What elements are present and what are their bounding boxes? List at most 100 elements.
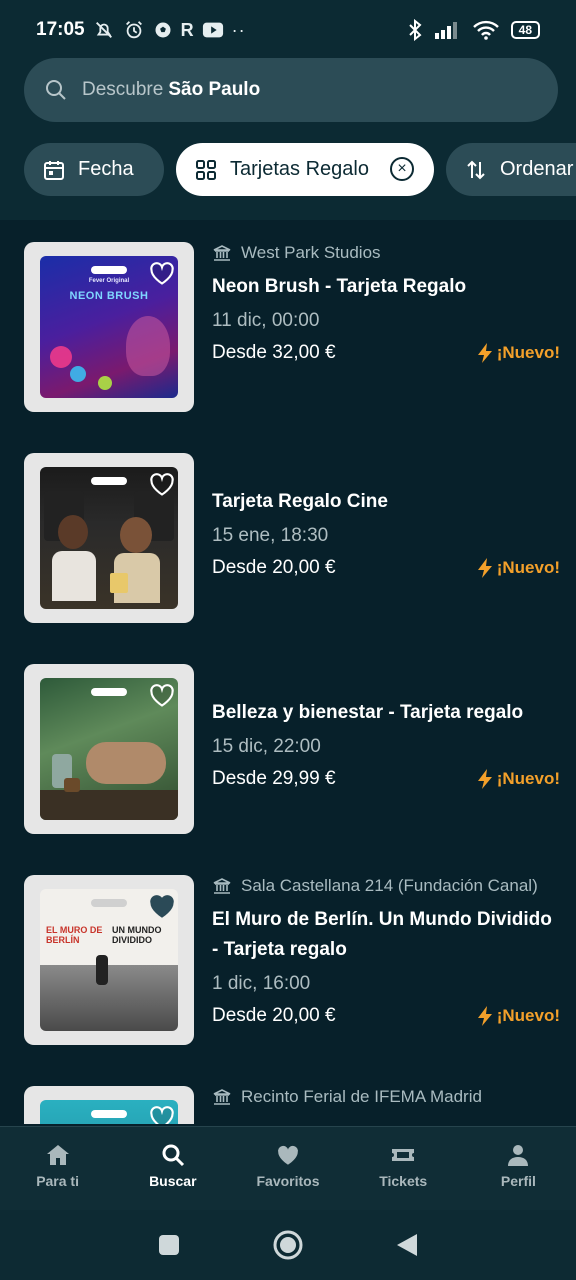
venue-row: Recinto Ferial de IFEMA Madrid: [212, 1086, 560, 1108]
event-price: Desde 20,00 €: [212, 557, 336, 578]
event-title: El Muro de Berlín. Un Mundo Dividido - T…: [212, 909, 552, 960]
favorite-heart-icon[interactable]: [148, 471, 176, 497]
filter-date-label: Fecha: [78, 158, 134, 180]
new-badge: ¡Nuevo!: [477, 769, 560, 789]
r-icon: R: [180, 19, 194, 40]
event-title: Belleza y bienestar - Tarjeta regalo: [212, 702, 524, 723]
event-title: Tarjeta Regalo Cine: [212, 491, 388, 512]
venue-building-icon: [213, 1089, 231, 1105]
event-item[interactable]: Fever Original NEON BRUSH West Park Stud…: [0, 242, 576, 414]
price-row: Desde 20,00 € ¡Nuevo!: [212, 557, 560, 579]
nav-label: Buscar: [149, 1173, 197, 1189]
event-date: 11 dic, 00:00: [212, 310, 320, 331]
event-venue: Sala Castellana 214 (Fundación Canal): [241, 876, 538, 895]
lightning-icon: [477, 1006, 492, 1026]
signal-icon: [434, 22, 457, 39]
event-title: Neon Brush - Tarjeta Regalo: [212, 276, 467, 297]
nav-para-ti[interactable]: Para ti: [0, 1127, 115, 1210]
filter-date-chip[interactable]: Fecha: [24, 143, 164, 196]
nav-label: Perfil: [500, 1173, 536, 1189]
event-venue: West Park Studios: [241, 243, 381, 262]
lightning-icon: [477, 769, 492, 789]
event-info: West Park Studios Neon Brush - Tarjeta R…: [212, 242, 560, 364]
event-date: 1 dic, 16:00: [212, 973, 311, 994]
card-title-left: EL MURO DE BERLÍN: [46, 925, 103, 945]
favorite-heart-icon[interactable]: [148, 893, 176, 919]
event-price: Desde 20,00 €: [212, 1005, 336, 1026]
price-row: Desde 29,99 € ¡Nuevo!: [212, 768, 560, 790]
event-item[interactable]: Tarjeta Regalo Cine 15 ene, 18:30 Desde …: [0, 453, 576, 625]
lightning-icon: [477, 343, 492, 363]
favorite-heart-icon[interactable]: [148, 1104, 176, 1124]
nav-label: Favoritos: [256, 1173, 320, 1189]
new-badge-label: ¡Nuevo!: [496, 1006, 560, 1025]
recent-apps-icon[interactable]: [157, 1233, 181, 1257]
lightning-icon: [477, 558, 492, 578]
soccer-icon: [155, 22, 171, 38]
status-left-icons: R ··: [93, 19, 246, 41]
header: Descubre São Paulo: [0, 50, 576, 128]
search-city: São Paulo: [168, 79, 261, 100]
alarm-icon: [125, 21, 142, 39]
system-navigation-bar: [0, 1210, 576, 1280]
event-price: Desde 29,99 €: [212, 768, 336, 789]
event-thumbnail: [24, 453, 194, 623]
person-icon: [508, 1145, 529, 1166]
favorite-heart-icon[interactable]: [148, 682, 176, 708]
event-date: 15 ene, 18:30: [212, 525, 329, 546]
bottom-navigation: Para ti Buscar Favoritos Tickets Perfil: [0, 1126, 576, 1210]
filter-gift-cards-label: Tarjetas Regalo: [230, 158, 369, 180]
new-badge-label: ¡Nuevo!: [496, 343, 560, 362]
event-item[interactable]: Belleza y bienestar - Tarjeta regalo 15 …: [0, 664, 576, 836]
nav-label: Para ti: [36, 1173, 79, 1189]
search-placeholder: Descubre São Paulo: [82, 79, 261, 100]
venue-building-icon: [213, 878, 231, 894]
status-time: 17:05: [36, 19, 85, 40]
event-info: Recinto Ferial de IFEMA Madrid: [212, 1086, 560, 1116]
calendar-icon: [44, 160, 64, 180]
price-row: Desde 32,00 € ¡Nuevo!: [212, 342, 560, 364]
nav-favoritos[interactable]: Favoritos: [230, 1127, 345, 1210]
wifi-icon: [472, 20, 499, 40]
home-button-icon[interactable]: [273, 1230, 303, 1260]
event-date: 15 dic, 22:00: [212, 736, 321, 757]
event-info: Tarjeta Regalo Cine 15 ene, 18:30 Desde …: [212, 487, 560, 579]
search-icon: [162, 1144, 184, 1167]
price-row: Desde 20,00 € ¡Nuevo!: [212, 1005, 560, 1027]
bluetooth-icon: [408, 19, 422, 41]
search-input[interactable]: Descubre São Paulo: [24, 58, 558, 122]
grid-icon: [196, 159, 216, 180]
new-badge: ¡Nuevo!: [477, 343, 560, 363]
search-icon: [46, 80, 66, 100]
remove-filter-icon[interactable]: ×: [390, 157, 414, 181]
sort-label: Ordenar: [500, 158, 574, 180]
sort-chip[interactable]: Ordenar: [446, 143, 576, 196]
event-item[interactable]: Recinto Ferial de IFEMA Madrid: [0, 1086, 576, 1124]
card-title: NEON BRUSH: [69, 290, 149, 302]
new-badge: ¡Nuevo!: [477, 1006, 560, 1026]
status-right-icons: 48: [407, 19, 540, 41]
event-item[interactable]: EL MURO DE BERLÍN UN MUNDO DIVIDIDO Sala…: [0, 875, 576, 1075]
venue-row: Sala Castellana 214 (Fundación Canal): [212, 875, 560, 897]
nav-buscar[interactable]: Buscar: [115, 1127, 230, 1210]
nav-tickets[interactable]: Tickets: [346, 1127, 461, 1210]
event-thumbnail: Fever Original NEON BRUSH: [24, 242, 194, 412]
event-thumbnail: EL MURO DE BERLÍN UN MUNDO DIVIDIDO: [24, 875, 194, 1045]
youtube-icon: [202, 22, 223, 38]
event-price: Desde 32,00 €: [212, 342, 336, 363]
event-info: Belleza y bienestar - Tarjeta regalo 15 …: [212, 698, 560, 790]
favorite-heart-icon[interactable]: [148, 260, 176, 286]
venue-row: West Park Studios: [212, 242, 560, 264]
event-list: Fever Original NEON BRUSH West Park Stud…: [0, 220, 576, 1124]
nav-perfil[interactable]: Perfil: [461, 1127, 576, 1210]
bell-off-icon: [95, 22, 112, 38]
event-thumbnail: [24, 664, 194, 834]
back-icon[interactable]: [395, 1232, 419, 1258]
new-badge: ¡Nuevo!: [477, 558, 560, 578]
battery-indicator: 48: [510, 21, 540, 39]
filter-gift-cards-chip[interactable]: Tarjetas Regalo ×: [176, 143, 434, 196]
new-badge-label: ¡Nuevo!: [496, 769, 560, 788]
venue-building-icon: [213, 245, 231, 261]
more-dots-icon: ··: [231, 19, 246, 40]
new-badge-label: ¡Nuevo!: [496, 558, 560, 577]
